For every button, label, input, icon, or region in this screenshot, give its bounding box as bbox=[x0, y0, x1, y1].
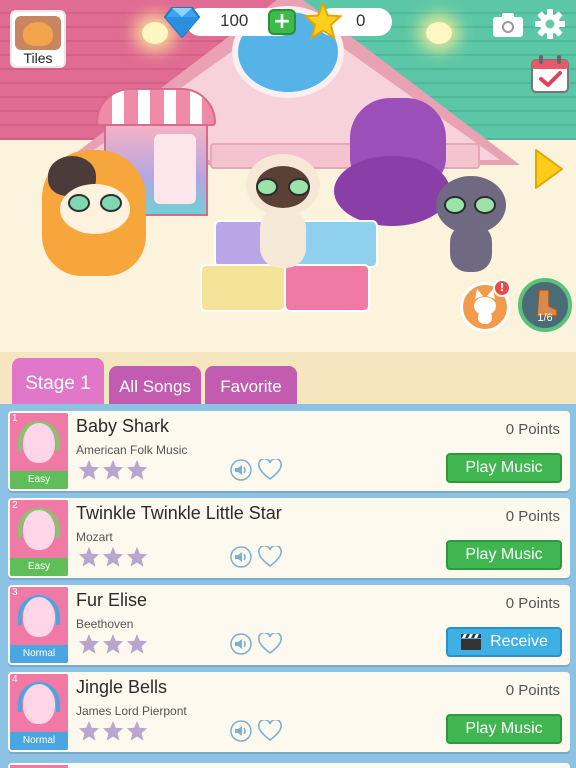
song-number: 3 bbox=[12, 587, 18, 598]
tab-all-songs[interactable]: All Songs bbox=[109, 366, 201, 408]
purple-beanbag-chair[interactable] bbox=[334, 98, 452, 226]
receive-button[interactable]: Receive bbox=[446, 627, 562, 657]
star-empty-icon bbox=[78, 546, 100, 567]
star-empty-icon bbox=[78, 720, 100, 741]
heart-icon[interactable] bbox=[258, 546, 282, 568]
tiles-button[interactable]: Tiles bbox=[10, 10, 66, 68]
song-title: Baby Shark bbox=[76, 416, 170, 436]
song-thumbnail: 2 Easy bbox=[10, 500, 68, 576]
star-rating bbox=[78, 720, 148, 742]
add-gems-button[interactable]: + bbox=[268, 9, 296, 35]
difficulty-label: Easy bbox=[10, 558, 68, 576]
song-row[interactable]: 3 Normal Fur Elise Beethoven 0 Points Re… bbox=[8, 585, 570, 665]
camera-icon[interactable] bbox=[492, 12, 524, 38]
button-label: Play Music bbox=[465, 546, 543, 563]
play-music-button[interactable]: Play Music bbox=[446, 714, 562, 744]
tab-stage-1[interactable]: Stage 1 bbox=[12, 358, 104, 410]
song-points: 0 Points bbox=[505, 421, 560, 438]
song-points: 0 Points bbox=[505, 595, 560, 612]
difficulty-label: Normal bbox=[10, 732, 68, 750]
play-music-button[interactable]: Play Music bbox=[446, 453, 562, 483]
star-count: 0 bbox=[356, 11, 366, 30]
song-artist: Beethoven bbox=[76, 617, 134, 631]
star-empty-icon bbox=[102, 633, 124, 654]
song-number: 2 bbox=[12, 500, 18, 511]
star-empty-icon bbox=[102, 459, 124, 480]
star-empty-icon bbox=[126, 720, 148, 741]
arrow-right-icon[interactable] bbox=[532, 148, 564, 190]
star-empty-icon bbox=[126, 546, 148, 567]
star-empty-icon bbox=[126, 633, 148, 654]
difficulty-label: Normal bbox=[10, 645, 68, 663]
speaker-icon[interactable] bbox=[230, 459, 252, 481]
star-rating bbox=[78, 546, 148, 568]
cat-avatar-icon bbox=[15, 16, 61, 50]
tiles-label: Tiles bbox=[23, 50, 53, 66]
button-label: Play Music bbox=[465, 720, 543, 737]
song-number: 4 bbox=[12, 674, 18, 685]
notification-badge: ! bbox=[493, 279, 511, 297]
button-label: Play Music bbox=[465, 459, 543, 476]
song-row[interactable]: 1 Easy Baby Shark American Folk Music 0 … bbox=[8, 411, 570, 491]
cat-collection-button[interactable]: ! bbox=[460, 279, 511, 332]
orange-calico-cat[interactable] bbox=[42, 150, 146, 276]
song-artist: Mozart bbox=[76, 530, 113, 544]
progress-label: 1/6 bbox=[537, 312, 553, 324]
siamese-cat[interactable] bbox=[246, 154, 320, 268]
star-empty-icon bbox=[126, 459, 148, 480]
song-row[interactable]: 2 Easy Twinkle Twinkle Little Star Mozar… bbox=[8, 498, 570, 578]
progress-reward-button[interactable]: 1/6 bbox=[518, 278, 572, 332]
song-list[interactable]: 1 Easy Baby Shark American Folk Music 0 … bbox=[0, 404, 576, 768]
difficulty-label: Easy bbox=[10, 471, 68, 489]
diamond-icon bbox=[164, 7, 200, 38]
star-rating bbox=[78, 633, 148, 655]
gem-count: 100 bbox=[220, 11, 249, 30]
song-artist: American Folk Music bbox=[76, 443, 188, 457]
speaker-icon[interactable] bbox=[230, 546, 252, 568]
speaker-icon[interactable] bbox=[230, 720, 252, 742]
song-thumbnail: 3 Normal bbox=[10, 587, 68, 663]
heart-icon[interactable] bbox=[258, 633, 282, 655]
song-number: 1 bbox=[12, 413, 18, 424]
play-music-button[interactable]: Play Music bbox=[446, 540, 562, 570]
star-empty-icon bbox=[102, 720, 124, 741]
song-title: Jingle Bells bbox=[76, 677, 168, 697]
song-artist: James Lord Pierpont bbox=[76, 704, 187, 718]
button-label: Receive bbox=[490, 633, 548, 650]
calendar-check-icon[interactable] bbox=[530, 54, 570, 94]
gear-icon[interactable] bbox=[534, 8, 566, 40]
heart-icon[interactable] bbox=[258, 720, 282, 742]
song-row-partial[interactable] bbox=[8, 763, 570, 768]
star-icon bbox=[304, 2, 342, 40]
heart-icon[interactable] bbox=[258, 459, 282, 481]
speaker-icon[interactable] bbox=[230, 633, 252, 655]
star-empty-icon bbox=[102, 546, 124, 567]
star-rating bbox=[78, 459, 148, 481]
clapperboard-icon bbox=[461, 634, 482, 650]
song-points: 0 Points bbox=[505, 508, 560, 525]
grey-cat[interactable] bbox=[436, 176, 506, 274]
star-empty-icon bbox=[78, 633, 100, 654]
song-points: 0 Points bbox=[505, 682, 560, 699]
tab-favorite[interactable]: Favorite bbox=[205, 366, 297, 408]
song-title: Twinkle Twinkle Little Star bbox=[76, 503, 282, 523]
song-title: Fur Elise bbox=[76, 590, 148, 610]
star-empty-icon bbox=[78, 459, 100, 480]
song-thumbnail: 4 Normal bbox=[10, 674, 68, 750]
song-thumbnail: 1 Easy bbox=[10, 413, 68, 489]
tab-bar: Stage 1 All Songs Favorite bbox=[0, 352, 576, 410]
wall-lamp bbox=[426, 22, 452, 44]
song-row[interactable]: 4 Normal Jingle Bells James Lord Pierpon… bbox=[8, 672, 570, 752]
